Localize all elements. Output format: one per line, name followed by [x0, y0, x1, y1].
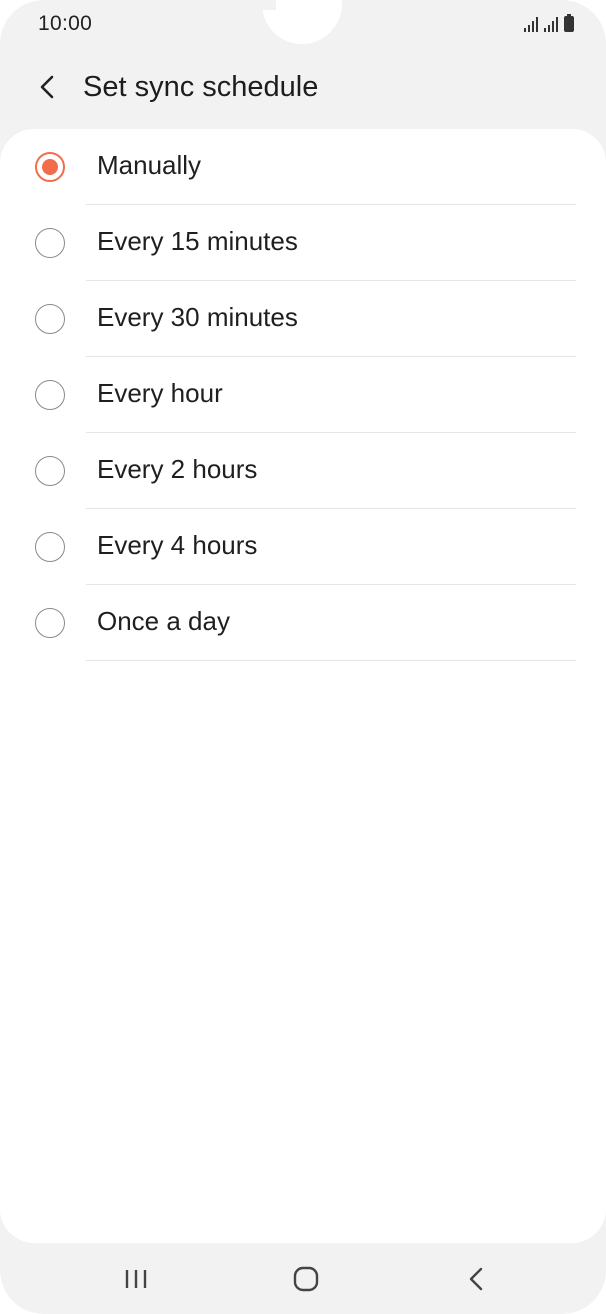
option-every-15-minutes[interactable]: Every 15 minutes: [0, 205, 606, 281]
option-once-a-day[interactable]: Once a day: [0, 585, 606, 661]
radio-button[interactable]: [35, 228, 65, 258]
battery-icon: [564, 14, 574, 32]
status-bar: 10:00: [0, 0, 606, 46]
option-manually[interactable]: Manually: [0, 129, 606, 205]
radio-button[interactable]: [35, 304, 65, 334]
option-every-30-minutes[interactable]: Every 30 minutes: [0, 281, 606, 357]
content-card: Manually Every 15 minutes Every 30 minut…: [0, 129, 606, 1243]
option-every-hour[interactable]: Every hour: [0, 357, 606, 433]
home-icon: [282, 1261, 330, 1297]
option-every-4-hours[interactable]: Every 4 hours: [0, 509, 606, 585]
status-time: 10:00: [38, 12, 93, 35]
option-label: Every hour: [97, 378, 223, 408]
signal-icon: [524, 16, 538, 32]
nav-back-button[interactable]: [452, 1261, 500, 1297]
recents-icon: [112, 1261, 160, 1297]
home-button[interactable]: [282, 1261, 330, 1297]
radio-button-selected[interactable]: [35, 152, 65, 182]
signal-icon: [544, 16, 558, 32]
chevron-left-icon: [26, 66, 70, 110]
sync-schedule-options: Manually Every 15 minutes Every 30 minut…: [0, 129, 606, 661]
page-title: Set sync schedule: [83, 71, 319, 103]
navigation-bar: [0, 1243, 606, 1314]
radio-button[interactable]: [35, 380, 65, 410]
option-label: Every 15 minutes: [97, 226, 298, 256]
recents-button[interactable]: [112, 1261, 160, 1297]
back-icon: [452, 1261, 500, 1297]
option-label: Every 4 hours: [97, 530, 258, 560]
option-label: Every 2 hours: [97, 454, 258, 484]
status-icons: [524, 14, 574, 32]
option-label: Every 30 minutes: [97, 302, 298, 332]
option-label: Once a day: [97, 606, 230, 636]
radio-button[interactable]: [35, 608, 65, 638]
app-bar: Set sync schedule: [0, 58, 606, 122]
radio-button[interactable]: [35, 456, 65, 486]
option-label: Manually: [97, 150, 202, 180]
option-every-2-hours[interactable]: Every 2 hours: [0, 433, 606, 509]
divider: [86, 660, 576, 661]
back-button[interactable]: [26, 66, 70, 110]
phone-screen: 10:00 Set sync schedule Manually Every 1…: [0, 0, 606, 1314]
radio-button[interactable]: [35, 532, 65, 562]
